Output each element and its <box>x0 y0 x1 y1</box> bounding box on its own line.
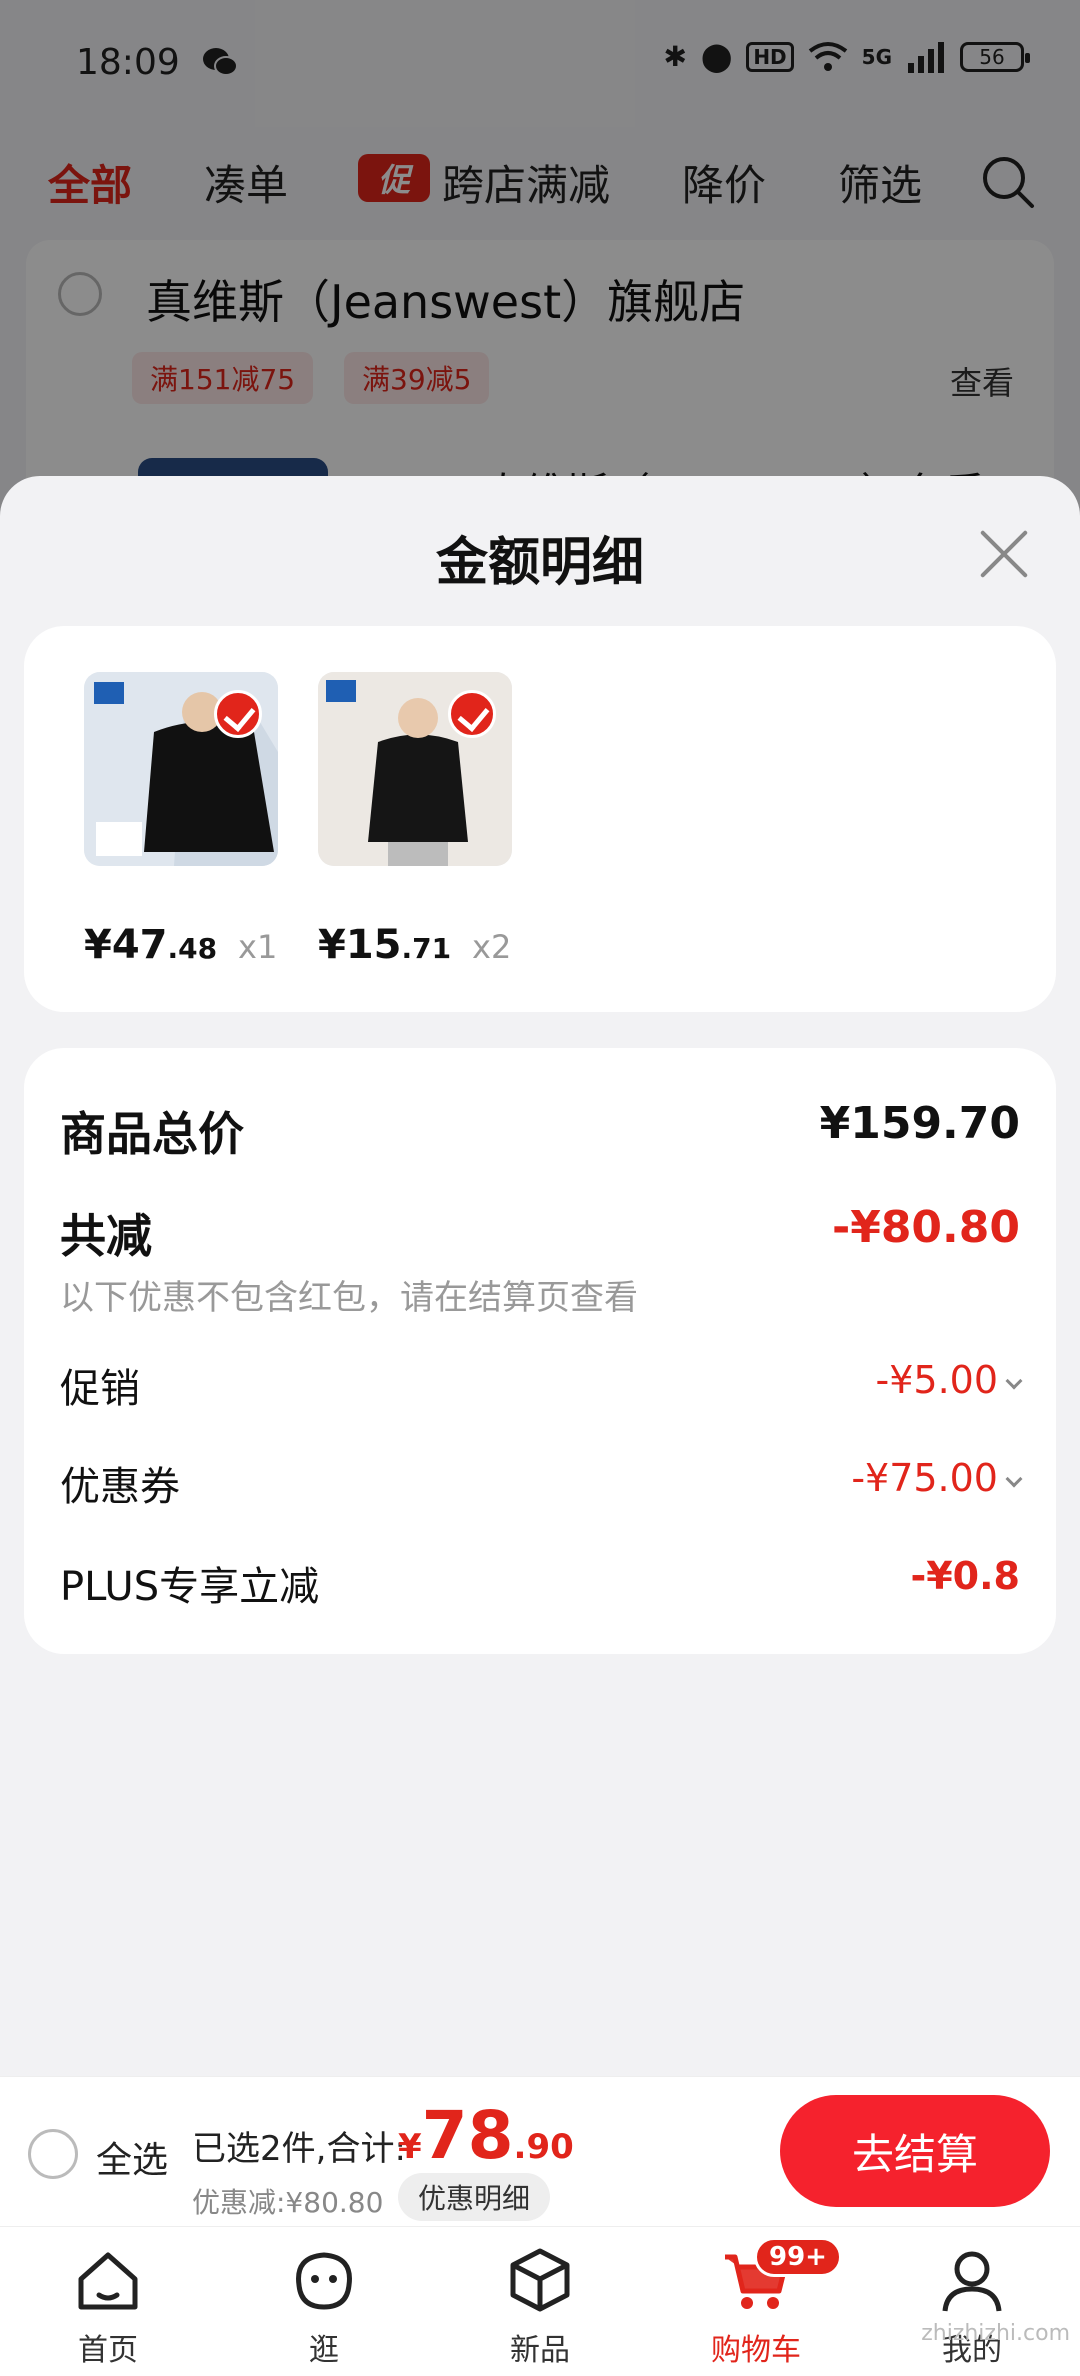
products-card: ¥47.48 x1 ¥15.71 x2 <box>24 626 1056 1012</box>
nav-me[interactable]: 我的 <box>902 2245 1042 2369</box>
plus-label: PLUS专享立减 <box>60 1564 320 1610</box>
reduce-note: 以下优惠不包含红包，请在结算页查看 <box>60 1278 638 1318</box>
product-qty: x1 <box>238 928 278 966</box>
discount-detail-button[interactable]: 优惠明细 <box>398 2173 551 2221</box>
total-price: ¥78.90 <box>398 2097 574 2174</box>
promotion-row[interactable]: -¥5.00 <box>875 1358 1023 1402</box>
reduce-value: -¥80.80 <box>831 1202 1020 1253</box>
nav-home-label: 首页 <box>78 2333 138 2368</box>
select-all-label[interactable]: 全选 <box>96 2131 168 2183</box>
product-price: ¥47.48 <box>84 922 218 968</box>
nav-browse-label: 逛 <box>309 2333 339 2368</box>
selected-count-text: 已选2件,合计: <box>192 2129 406 2169</box>
close-icon[interactable] <box>976 526 1032 582</box>
total-value: ¥159.70 <box>819 1098 1020 1149</box>
promotion-value: -¥5.00 <box>875 1358 999 1402</box>
nav-new[interactable]: 新品 <box>470 2245 610 2369</box>
chevron-down-icon <box>1005 1372 1023 1390</box>
select-all-radio[interactable] <box>28 2129 78 2179</box>
reduce-label: 共减 <box>60 1209 152 1263</box>
cart-badge: 99+ <box>754 2237 842 2277</box>
nav-home[interactable]: 首页 <box>38 2245 178 2369</box>
coupon-label: 优惠券 <box>60 1464 180 1510</box>
nav-new-label: 新品 <box>510 2333 570 2368</box>
coupon-value: -¥75.00 <box>851 1456 998 1500</box>
watermark: zhizhizhi.com <box>921 2321 1070 2346</box>
product-price: ¥15.71 <box>318 922 452 968</box>
product-image <box>84 672 278 866</box>
product-check-icon <box>448 690 496 738</box>
amount-detail-sheet: 金额明细 ¥47.48 x1 ¥15.71 x2 商品总价 ¥159.70 共减… <box>0 476 1080 2076</box>
checkout-button[interactable]: 去结算 <box>780 2095 1050 2207</box>
chevron-down-icon <box>1005 1470 1023 1488</box>
box-icon <box>510 2248 570 2312</box>
product-item[interactable]: ¥15.71 x2 <box>318 672 518 968</box>
product-qty: x2 <box>472 928 512 966</box>
coupon-row[interactable]: -¥75.00 <box>851 1456 1023 1500</box>
nav-browse[interactable]: 逛 <box>254 2245 394 2369</box>
bottom-nav: 首页 逛 新品 99+ 购物车 我的 zhizhizhi.com <box>0 2226 1080 2376</box>
nav-cart[interactable]: 99+ 购物车 <box>686 2237 842 2369</box>
nav-cart-label: 购物车 <box>711 2333 801 2368</box>
sheet-title: 金额明细 <box>435 533 644 593</box>
user-icon <box>942 2251 1002 2312</box>
product-image <box>318 672 512 866</box>
total-label: 商品总价 <box>60 1107 244 1161</box>
checkout-bar: 全选 已选2件,合计: ¥78.90 优惠减:¥80.80 优惠明细 去结算 <box>0 2076 1080 2226</box>
plus-value: -¥0.8 <box>910 1554 1020 1598</box>
product-item[interactable]: ¥47.48 x1 <box>84 672 284 968</box>
browse-icon <box>296 2252 352 2310</box>
home-icon <box>78 2252 138 2310</box>
summary-card: 商品总价 ¥159.70 共减 -¥80.80 以下优惠不包含红包，请在结算页查… <box>24 1048 1056 1654</box>
promotion-label: 促销 <box>60 1366 140 1412</box>
product-check-icon <box>214 690 262 738</box>
discount-text: 优惠减:¥80.80 <box>192 2186 384 2219</box>
